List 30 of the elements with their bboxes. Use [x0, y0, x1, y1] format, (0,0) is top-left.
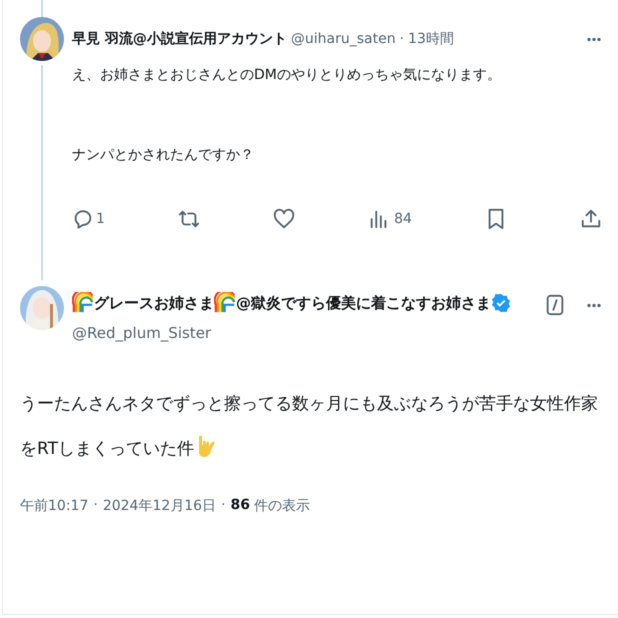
avatar[interactable] [20, 17, 64, 61]
display-name[interactable]: 早見 羽流@小説宣伝用アカウント [72, 30, 287, 48]
separator-dot: · [400, 31, 404, 47]
more-icon[interactable] [586, 36, 602, 42]
bar-chart-button[interactable]: 84 [368, 208, 412, 230]
display-name[interactable]: @獄炎ですら優美に着こなすお姉さま [236, 294, 491, 312]
rainbow-icon [72, 292, 94, 314]
username[interactable]: @uiharu_saten [290, 31, 396, 47]
reply-icon [72, 208, 94, 230]
timestamp[interactable]: 13時間 [408, 30, 454, 48]
post-time[interactable]: 午前10:17 [20, 497, 88, 515]
separator-dot: · [93, 497, 98, 515]
retweet-button[interactable] [178, 208, 200, 230]
view-count: 86 件の表示 [230, 497, 310, 515]
reply-text: え、お姉さまとおじさんとのDMのやりとりめっちゃ気になります。 [72, 66, 502, 84]
heart-button[interactable] [273, 208, 296, 230]
retweet-icon [178, 208, 200, 230]
more-icon[interactable] [586, 302, 602, 308]
share-button[interactable] [580, 208, 602, 230]
display-name[interactable]: グレースお姉さま [94, 294, 214, 312]
rainbow-icon [214, 292, 236, 314]
share-icon [580, 208, 602, 230]
grok-icon[interactable] [544, 294, 566, 316]
heart-icon [273, 208, 296, 230]
post-text: うーたんさんネタでずっと擦ってる数ヶ月にも及ぶなろうが苦手な女性作家をRTしまくっていた件 [20, 393, 599, 461]
reply-text: ナンパとかされたんですか？ [72, 146, 255, 164]
reply-button[interactable]: 1 [72, 208, 105, 230]
post-date[interactable]: 2024年12月16日 [102, 497, 216, 515]
separator-dot: · [221, 497, 226, 515]
username[interactable]: @Red_plum_Sister [72, 324, 536, 342]
